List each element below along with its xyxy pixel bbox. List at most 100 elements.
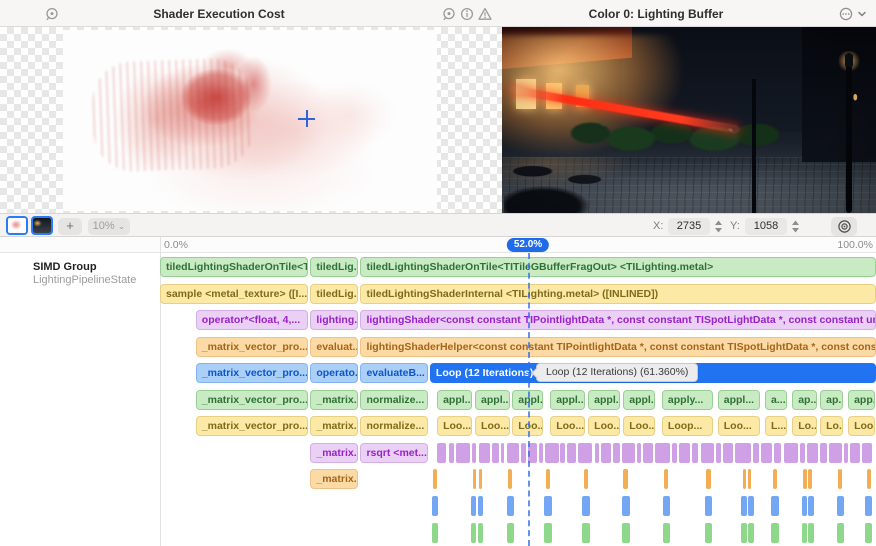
flame-sliver[interactable] <box>672 443 677 463</box>
flame-sliver[interactable] <box>622 443 635 463</box>
flame-segment[interactable]: _matrix... <box>310 443 358 463</box>
flame-sliver[interactable] <box>664 469 668 489</box>
flame-sliver[interactable] <box>578 443 592 463</box>
flame-segment[interactable]: sample <metal_texture> ([I... <box>160 284 308 304</box>
flame-sliver[interactable] <box>748 469 752 489</box>
flame-sliver[interactable] <box>622 496 630 516</box>
flame-segment[interactable]: ap... <box>792 390 817 410</box>
flame-sliver[interactable] <box>771 523 778 543</box>
y-stepper[interactable] <box>790 218 801 235</box>
chevron-down-icon[interactable] <box>856 8 872 24</box>
flame-segment[interactable]: operator*<float, 4,... <box>196 310 308 330</box>
flame-segment[interactable]: lightingShader<const constant TIPointlig… <box>360 310 876 330</box>
flame-segment[interactable]: app... <box>848 390 875 410</box>
flame-sliver[interactable] <box>507 496 514 516</box>
flame-segment[interactable]: _matrix... <box>310 469 358 489</box>
flame-sliver[interactable] <box>595 443 599 463</box>
x-coordinate-field[interactable]: 2735 <box>668 218 710 235</box>
flame-segment[interactable]: evaluateB... <box>360 363 427 383</box>
flame-segment[interactable]: appl... <box>475 390 510 410</box>
loupe-icon[interactable] <box>44 6 60 22</box>
flame-segment[interactable]: _matrix_vector_pro... <box>196 390 308 410</box>
flame-sliver[interactable] <box>865 523 872 543</box>
flame-sliver[interactable] <box>741 496 747 516</box>
flame-segment[interactable]: Loo... <box>475 416 510 436</box>
flame-sliver[interactable] <box>701 443 715 463</box>
warning-icon[interactable] <box>477 6 493 22</box>
shader-cost-heatmap-image[interactable] <box>63 30 437 211</box>
flame-segment[interactable]: Loo... <box>718 416 760 436</box>
flame-sliver[interactable] <box>808 469 812 489</box>
x-stepper[interactable] <box>713 218 724 235</box>
flame-segment[interactable]: normalize... <box>360 390 427 410</box>
flame-sliver[interactable] <box>508 469 512 489</box>
flame-sliver[interactable] <box>838 469 842 489</box>
flame-sliver[interactable] <box>748 523 754 543</box>
flame-sliver[interactable] <box>501 443 505 463</box>
ellipsis-circle-icon[interactable] <box>838 6 854 22</box>
flame-sliver[interactable] <box>774 443 781 463</box>
flame-sliver[interactable] <box>867 469 871 489</box>
flame-segment[interactable]: Loo... <box>848 416 875 436</box>
flame-sliver[interactable] <box>802 523 808 543</box>
flame-sliver[interactable] <box>492 443 498 463</box>
flame-sliver[interactable] <box>507 443 519 463</box>
flame-sliver[interactable] <box>706 469 710 489</box>
flame-sliver[interactable] <box>545 443 559 463</box>
flame-segment[interactable]: Loo... <box>437 416 472 436</box>
flame-sliver[interactable] <box>521 443 526 463</box>
flame-sliver[interactable] <box>705 496 712 516</box>
flame-segment[interactable]: Loo... <box>623 416 655 436</box>
flame-segment[interactable]: tiledLightingShaderOnTile<TI... <box>160 257 308 277</box>
zoom-level-dropdown[interactable]: 10% ⌄ <box>88 218 130 235</box>
flame-segment[interactable]: L... <box>765 416 787 436</box>
add-attachment-button[interactable]: + <box>58 218 82 235</box>
flame-sliver[interactable] <box>582 523 589 543</box>
flame-sliver[interactable] <box>716 443 720 463</box>
flame-sliver[interactable] <box>655 443 670 463</box>
flame-segment[interactable]: _matrix_vector_pro... <box>196 337 308 357</box>
flame-sliver[interactable] <box>820 443 826 463</box>
heatmap-thumbnail[interactable] <box>6 216 28 235</box>
flame-sliver[interactable] <box>473 469 477 489</box>
flame-segment[interactable]: rsqrt <met... <box>360 443 427 463</box>
flame-sliver[interactable] <box>637 443 641 463</box>
flame-segment[interactable]: _matrix... <box>310 390 358 410</box>
flame-sliver[interactable] <box>761 443 772 463</box>
flame-sliver[interactable] <box>862 443 872 463</box>
flame-sliver[interactable] <box>829 443 842 463</box>
flame-segment[interactable]: _matrix_vector_pro... <box>196 416 308 436</box>
flame-segment[interactable]: tiledLightingShaderOnTile<TITileGBufferF… <box>360 257 876 277</box>
flame-sliver[interactable] <box>471 496 476 516</box>
photo-thumbnail[interactable] <box>31 216 53 235</box>
playhead-line[interactable] <box>528 253 530 546</box>
flame-sliver[interactable] <box>456 443 470 463</box>
flame-segment[interactable]: evaluat... <box>310 337 358 357</box>
flame-segment[interactable]: Loo... <box>550 416 585 436</box>
flame-sliver[interactable] <box>546 469 550 489</box>
flame-segment[interactable]: lighting... <box>310 310 358 330</box>
flame-sliver[interactable] <box>544 523 551 543</box>
flame-sliver[interactable] <box>507 523 514 543</box>
loupe-icon[interactable] <box>441 6 457 22</box>
flame-segment[interactable]: tiledLig... <box>310 257 358 277</box>
flame-sliver[interactable] <box>800 443 805 463</box>
flame-segment[interactable]: Loop... <box>662 416 713 436</box>
flame-segment[interactable]: appl... <box>588 390 620 410</box>
center-on-pixel-button[interactable] <box>831 217 857 236</box>
flame-sliver[interactable] <box>432 496 438 516</box>
flame-sliver[interactable] <box>622 523 630 543</box>
flame-sliver[interactable] <box>432 523 438 543</box>
flame-segment[interactable]: Lo... <box>792 416 817 436</box>
flame-segment[interactable]: operato... <box>310 363 358 383</box>
flame-segment[interactable]: Lo... <box>820 416 843 436</box>
flame-sliver[interactable] <box>741 523 747 543</box>
flame-segment[interactable]: normalize... <box>360 416 427 436</box>
flame-sliver[interactable] <box>802 496 808 516</box>
flame-segment[interactable]: _matrix... <box>310 416 358 436</box>
flame-sliver[interactable] <box>623 469 628 489</box>
y-coordinate-field[interactable]: 1058 <box>745 218 787 235</box>
flame-sliver[interactable] <box>449 443 454 463</box>
playhead-percent-badge[interactable]: 52.0% <box>507 238 549 252</box>
flame-sliver[interactable] <box>471 523 476 543</box>
